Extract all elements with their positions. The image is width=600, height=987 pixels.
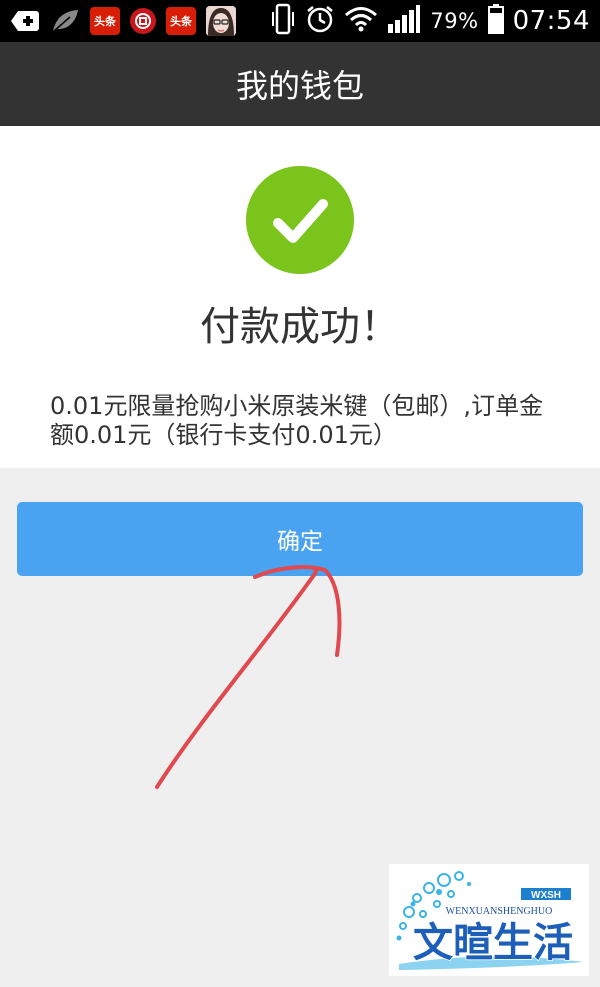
- bank-app-icon: [130, 8, 156, 34]
- leaf-icon: [50, 7, 80, 35]
- order-description: 0.01元限量抢购小米原装米键（包邮）,订单金额0.01元（银行卡支付0.01元…: [50, 392, 544, 449]
- confirm-button-label: 确定: [277, 529, 323, 555]
- add-icon: [10, 7, 40, 35]
- success-title: 付款成功！: [200, 304, 400, 350]
- toutiao-app-icon: 头条: [90, 7, 120, 35]
- alarm-icon: [305, 4, 335, 38]
- clock: 07:54: [512, 6, 590, 36]
- watermark-badge: WXSH: [531, 890, 561, 901]
- vibrate-icon: [270, 3, 296, 39]
- notification-icons: 头条 头条: [0, 6, 236, 36]
- watermark-subtitle: WENXUANSHENGHUO: [446, 906, 553, 917]
- battery-percent: 79%: [430, 9, 479, 33]
- confirm-button[interactable]: 确定: [17, 502, 583, 576]
- battery-icon: [487, 4, 504, 38]
- signal-icon: [387, 4, 421, 38]
- system-indicators: 79% 07:54: [270, 0, 590, 42]
- avatar: [206, 6, 236, 36]
- header: 我的钱包: [0, 42, 600, 126]
- page-title: 我的钱包: [235, 67, 364, 105]
- status-bar: 头条 头条 79% 07:54: [0, 0, 600, 42]
- check-icon: [246, 166, 354, 274]
- wifi-icon: [344, 6, 378, 36]
- toutiao-app-icon: 头条: [166, 7, 196, 35]
- payment-result-panel: 付款成功！ 0.01元限量抢购小米原装米键（包邮）,订单金额0.01元（银行卡支…: [0, 126, 600, 468]
- watermark-logo: WXSH WENXUANSHENGHUO 文暄生活: [389, 864, 589, 976]
- watermark-name: 文暄生活: [413, 920, 573, 966]
